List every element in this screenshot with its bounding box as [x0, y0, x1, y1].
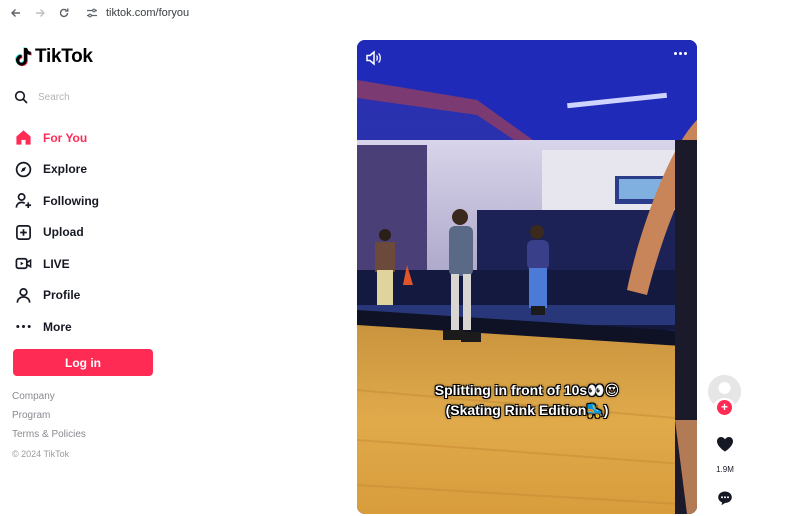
site-settings-icon[interactable] — [86, 7, 98, 19]
browser-toolbar: tiktok.com/foryou — [0, 0, 800, 26]
video-frame — [357, 40, 697, 514]
nav-following[interactable]: Following — [14, 185, 99, 217]
login-button[interactable]: Log in — [13, 349, 153, 376]
video-player[interactable]: Splitting in front of 10s👀😍 (Skating Rin… — [357, 40, 697, 514]
caption-line-2: (Skating Rink Edition🛼) — [445, 402, 609, 418]
compass-icon — [14, 160, 32, 178]
nav-explore[interactable]: Explore — [14, 154, 99, 186]
footer-link-company[interactable]: Company — [12, 391, 86, 410]
volume-icon[interactable] — [365, 50, 383, 66]
caption-line-1: Splitting in front of 10s👀😍 — [434, 382, 620, 398]
url-text: tiktok.com/foryou — [106, 7, 190, 19]
main-nav: For You Explore Following Upload LIVE Pr… — [14, 122, 99, 343]
search-box[interactable] — [14, 88, 154, 106]
nav-label: Upload — [43, 225, 84, 240]
reload-button[interactable] — [56, 5, 72, 21]
comment-icon[interactable] — [717, 490, 733, 506]
nav-label: Explore — [43, 162, 88, 177]
search-input[interactable] — [38, 91, 138, 103]
nav-label: LIVE — [43, 256, 70, 271]
back-button[interactable] — [8, 5, 24, 21]
home-icon — [14, 129, 32, 147]
nav-label: More — [43, 319, 72, 334]
follow-button[interactable]: + — [717, 400, 732, 415]
video-caption: Splitting in front of 10s👀😍 (Skating Rin… — [357, 380, 697, 420]
heart-icon[interactable] — [716, 436, 734, 452]
live-camera-icon — [14, 255, 32, 273]
tiktok-note-icon — [15, 47, 32, 67]
tiktok-logo[interactable]: TikTok — [14, 46, 93, 68]
user-plus-icon — [14, 192, 32, 210]
footer-links: Company Program Terms & Policies © 2024 … — [12, 391, 86, 459]
like-count: 1.9M — [716, 465, 734, 474]
nav-profile[interactable]: Profile — [14, 280, 99, 312]
nav-live[interactable]: LIVE — [14, 248, 99, 280]
forward-button[interactable] — [32, 5, 48, 21]
nav-label: Profile — [43, 288, 81, 303]
copyright-text: © 2024 TikTok — [12, 449, 70, 459]
more-options-icon[interactable] — [674, 52, 687, 55]
footer-link-terms[interactable]: Terms & Policies — [12, 429, 86, 448]
search-icon[interactable] — [14, 90, 28, 104]
arrow-left-icon — [11, 9, 20, 17]
person-icon — [14, 286, 32, 304]
ellipsis-icon — [14, 318, 32, 336]
reload-icon — [59, 8, 69, 18]
plus-square-icon — [14, 223, 32, 241]
footer-link-program[interactable]: Program — [12, 410, 86, 429]
nav-label: For You — [43, 130, 88, 145]
address-bar[interactable]: tiktok.com/foryou — [86, 7, 189, 19]
nav-label: Following — [43, 193, 99, 208]
arrow-right-icon — [36, 9, 45, 17]
nav-more[interactable]: More — [14, 311, 99, 343]
nav-for-you[interactable]: For You — [14, 122, 99, 154]
logo-text: TikTok — [35, 46, 93, 67]
nav-upload[interactable]: Upload — [14, 217, 99, 249]
